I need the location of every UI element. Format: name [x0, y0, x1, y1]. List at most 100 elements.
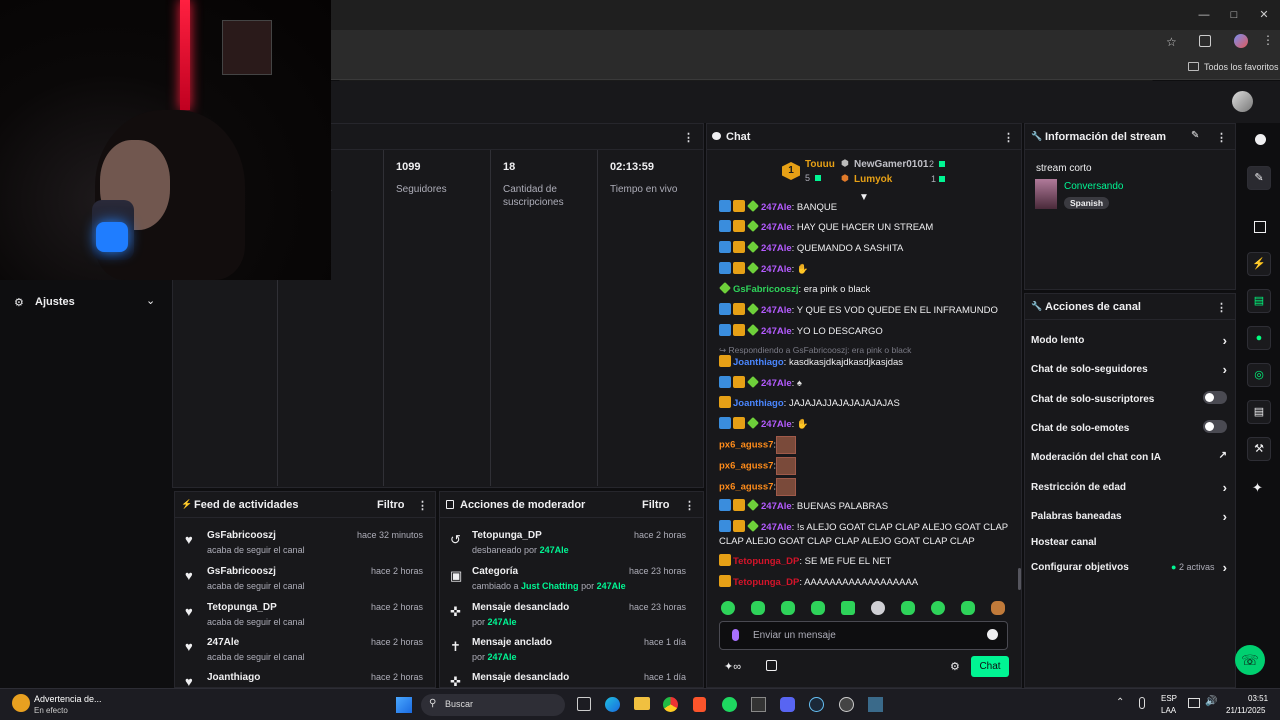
nav-settings[interactable]: Ajustes — [35, 296, 75, 308]
chat-message[interactable]: GsFabricooszj: era pink o black — [719, 282, 1014, 297]
emote-icon[interactable] — [871, 601, 885, 615]
close-icon[interactable]: ✕ — [1257, 8, 1271, 22]
chat-message[interactable]: 247Ale: ✋ — [719, 262, 1014, 277]
maximize-icon[interactable]: □ — [1227, 8, 1241, 22]
emote-icon[interactable] — [931, 601, 945, 615]
action-age-restriction[interactable]: Restricción de edad › — [1031, 480, 1227, 495]
edit-icon[interactable]: ✎ — [1191, 130, 1199, 141]
network-icon[interactable] — [1188, 698, 1200, 708]
chat-scrollbar[interactable] — [1018, 568, 1021, 590]
chat-user[interactable]: Joanthiago — [733, 357, 784, 368]
app-icon[interactable] — [868, 697, 883, 712]
bookmarks-all-label[interactable]: Todos los favoritos — [1204, 62, 1279, 72]
leader-first-name[interactable]: Touuu — [805, 159, 835, 170]
emote-icon[interactable] — [751, 601, 765, 615]
mod-action-item[interactable]: ✜ Mensaje desanclado hace 1 día — [440, 669, 696, 687]
emote-icon[interactable] — [781, 601, 795, 615]
subscribers-only-toggle[interactable] — [1203, 391, 1227, 404]
chat-send-button[interactable]: Chat — [971, 656, 1009, 677]
mod-filter-button[interactable]: Filtro — [642, 499, 670, 511]
microphone-icon[interactable] — [1139, 697, 1145, 709]
tray-expand-icon[interactable]: ⌃ — [1116, 697, 1124, 708]
chat-user[interactable]: 247Ale — [761, 305, 792, 316]
spotify-icon[interactable] — [722, 697, 737, 712]
chevron-down-icon[interactable]: ⌄ — [146, 294, 155, 307]
kebab-icon[interactable]: ⋮ — [683, 131, 694, 144]
chat-message[interactable]: 247Ale: ♠ — [719, 376, 1014, 391]
mod-action-user[interactable]: 247Ale — [597, 581, 626, 591]
chat-user[interactable]: 247Ale — [761, 222, 792, 233]
action-banned-words[interactable]: Palabras baneadas › — [1031, 509, 1227, 524]
kebab-icon[interactable]: ⋮ — [417, 499, 428, 512]
gear-icon[interactable]: ⚙ — [950, 660, 960, 673]
chat-user[interactable]: px6_aguss7 — [719, 440, 773, 451]
kebab-icon[interactable]: ⋮ — [684, 499, 695, 512]
help-button[interactable]: ☏ — [1235, 645, 1265, 675]
bits-icon[interactable]: ✦∞ — [724, 660, 741, 673]
emote-icon[interactable] — [991, 601, 1005, 615]
emote-icon[interactable] — [901, 601, 915, 615]
layout-icon[interactable]: ▤ — [1247, 400, 1271, 424]
chat-user[interactable]: Tetopunga_DP — [733, 577, 799, 588]
brave-icon[interactable] — [693, 697, 706, 712]
steam-icon[interactable] — [809, 697, 824, 712]
epic-games-icon[interactable] — [751, 697, 766, 712]
chat-message[interactable]: px6_aguss7: — [719, 478, 1014, 496]
chat-user[interactable]: Tetopunga_DP — [733, 556, 799, 567]
chat-message[interactable]: 247Ale: QUEMANDO A SASHITA — [719, 241, 1014, 256]
add-widget-icon[interactable]: ✦ — [1252, 480, 1263, 496]
emoji-icon[interactable] — [987, 629, 998, 640]
obs-icon[interactable] — [839, 697, 854, 712]
mod-action-user[interactable]: 247Ale — [540, 545, 569, 555]
user-avatar[interactable] — [1232, 91, 1253, 112]
emote-icon[interactable] — [721, 601, 735, 615]
info-icon[interactable] — [1255, 134, 1266, 145]
profile-icon[interactable] — [1234, 34, 1248, 48]
volume-icon[interactable]: 🔊 — [1205, 696, 1217, 707]
chat-user[interactable]: 247Ale — [761, 378, 792, 389]
leader-third-name[interactable]: Lumyok — [854, 174, 892, 185]
chat-user[interactable]: GsFabricooszj — [733, 284, 798, 295]
mod-action-item[interactable]: ✜ Mensaje desanclado por 247Ale hace 23 … — [440, 599, 696, 634]
clock-time[interactable]: 03:51 — [1248, 694, 1268, 703]
kebab-icon[interactable]: ⋮ — [1216, 131, 1227, 144]
emote-icon[interactable] — [841, 601, 855, 615]
chat-user[interactable]: 247Ale — [761, 419, 792, 430]
chat-user[interactable]: px6_aguss7 — [719, 461, 773, 472]
chat-user[interactable]: 247Ale — [761, 326, 792, 337]
leader-second-name[interactable]: NewGamer0101 — [854, 159, 929, 170]
edit-icon[interactable]: ✎ — [1247, 166, 1271, 190]
action-host-channel[interactable]: Hostear canal — [1031, 537, 1227, 548]
windows-start-icon[interactable] — [396, 697, 412, 713]
chat-message[interactable]: Joanthiago: JAJAJAJJAJAJAJAJAJAS — [719, 396, 1014, 411]
clipboard-icon[interactable]: ▤ — [1247, 289, 1271, 313]
edge-icon[interactable] — [605, 697, 620, 712]
fullscreen-icon[interactable] — [1254, 221, 1266, 233]
feed-item[interactable]: ♥ Joanthiago hace 2 horas — [175, 669, 431, 687]
feed-item[interactable]: ♥ Tetopunga_DP acaba de seguir el canal … — [175, 599, 431, 634]
chat-user[interactable]: 247Ale — [761, 202, 792, 213]
chat-message[interactable]: 247Ale: BANQUE — [719, 200, 1014, 215]
activity-filter-button[interactable]: Filtro — [377, 499, 405, 511]
kebab-icon[interactable]: ⋮ — [1003, 131, 1014, 144]
chat-message[interactable]: 247Ale: !s ALEJO GOAT CLAP CLAP ALEJO GO… — [719, 520, 1014, 549]
chat-message[interactable]: px6_aguss7: — [719, 436, 1014, 454]
chat-message[interactable]: px6_aguss7: — [719, 457, 1014, 475]
stream-category[interactable]: Conversando — [1064, 181, 1123, 192]
mod-action-item[interactable]: ↺ Tetopunga_DP desbaneado por 247Ale hac… — [440, 527, 696, 562]
taskbar-search[interactable]: ⚲ Buscar — [421, 694, 565, 716]
emote-icon[interactable] — [811, 601, 825, 615]
chat-user[interactable]: px6_aguss7 — [719, 482, 773, 493]
feed-item[interactable]: ♥ GsFabricooszj acaba de seguir el canal… — [175, 527, 431, 562]
chat-message[interactable]: 247Ale: ✋ — [719, 417, 1014, 432]
star-icon[interactable]: ☆ — [1166, 35, 1177, 49]
feed-item[interactable]: ♥ GsFabricooszj acaba de seguir el canal… — [175, 563, 431, 598]
chat-user[interactable]: Joanthiago — [733, 398, 784, 409]
chat-message[interactable]: 247Ale: HAY QUE HACER UN STREAM — [719, 220, 1014, 235]
lightning-icon[interactable]: ⚡ — [1247, 252, 1271, 276]
mod-action-user[interactable]: 247Ale — [488, 652, 517, 662]
wrench-icon[interactable]: ⚒ — [1247, 437, 1271, 461]
extensions-icon[interactable] — [1199, 35, 1211, 47]
mod-action-item[interactable]: ✝ Mensaje anclado por 247Ale hace 1 día — [440, 634, 696, 669]
chat-user[interactable]: 247Ale — [761, 522, 792, 533]
